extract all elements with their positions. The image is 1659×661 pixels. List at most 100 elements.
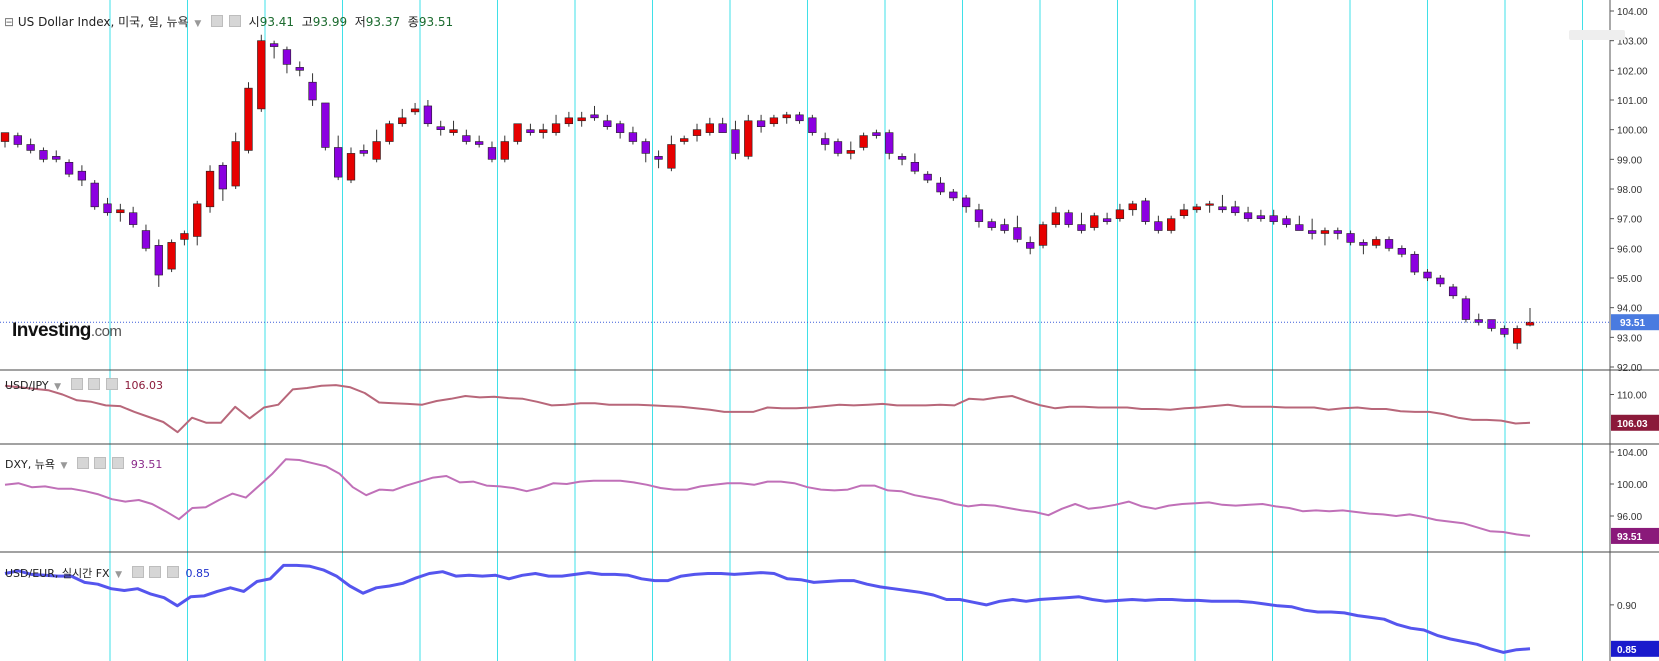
candle-body — [295, 67, 304, 71]
candlestick — [808, 114, 817, 136]
axis-tick-label: 100.00 — [1617, 480, 1648, 491]
candlestick — [141, 224, 151, 252]
candle-body — [1218, 206, 1227, 211]
candlestick — [705, 117, 714, 136]
candlestick — [1359, 239, 1368, 255]
candle-body — [949, 191, 958, 199]
price-tick-label: 97.00 — [1617, 215, 1642, 226]
candle-body — [180, 233, 189, 240]
candle-body — [1269, 215, 1278, 222]
settings-icon[interactable] — [211, 15, 224, 27]
candlestick — [1090, 212, 1099, 231]
main-legend: ⊟ US Dollar Index, 미국, 일, 뉴욕 ▼ 시93.41 고9… — [4, 13, 453, 30]
usdjpy-symbol[interactable]: USD/JPY — [5, 379, 49, 392]
candle-body — [974, 209, 984, 222]
candle-body — [667, 144, 676, 169]
brand-name: Investing — [12, 320, 91, 341]
candlestick — [257, 34, 266, 112]
candlestick — [436, 120, 445, 136]
last-value-label: 0.85 — [1617, 645, 1637, 656]
candle-body — [500, 141, 509, 160]
candle-body — [475, 141, 484, 145]
candle-body — [346, 153, 356, 181]
candlestick — [846, 141, 855, 160]
main-symbol[interactable]: US Dollar Index, 미국, 일, 뉴욕 — [18, 15, 189, 29]
candle-body — [1243, 212, 1253, 219]
candlestick — [987, 218, 996, 231]
price-tick-label: 104.00 — [1617, 7, 1648, 18]
candle-body — [205, 170, 215, 208]
usdeur-symbol[interactable]: USD/EUR, 실시간 FX — [5, 567, 110, 580]
candle-body — [269, 43, 279, 47]
usdeur-visibility-icon[interactable] — [149, 566, 161, 578]
dxy-visibility-icon[interactable] — [94, 457, 107, 469]
candlestick — [1128, 200, 1137, 216]
candlestick — [244, 82, 253, 154]
price-tick-label: 100.00 — [1617, 126, 1648, 137]
candle-body — [885, 132, 894, 154]
candle-body — [244, 87, 253, 151]
price-tick-label: 96.00 — [1617, 244, 1642, 255]
usdeur-settings-icon[interactable] — [131, 566, 144, 578]
price-tick-label: 95.00 — [1617, 274, 1642, 285]
usdjpy-dropdown-icon[interactable]: ▼ — [54, 382, 61, 392]
candlestick — [551, 114, 561, 136]
dxy-close-icon[interactable] — [111, 457, 124, 469]
candlestick — [885, 129, 894, 160]
candlestick — [1487, 319, 1496, 332]
usdeur-close-icon[interactable] — [166, 566, 179, 578]
candlestick — [26, 138, 35, 154]
dxy-symbol[interactable]: DXY, 뉴욕 — [5, 458, 55, 471]
candle-body — [77, 170, 87, 181]
candle-body — [436, 126, 445, 130]
candlestick — [782, 111, 791, 124]
dxy-legend: DXY, 뉴욕 ▼ 93.51 — [5, 456, 162, 472]
candle-body — [1487, 319, 1496, 329]
candlestick — [1461, 295, 1471, 323]
usdeur-dropdown-icon[interactable]: ▼ — [115, 570, 122, 580]
usdjpy-close-icon[interactable] — [105, 378, 118, 390]
candlestick — [910, 153, 920, 175]
candle-body — [923, 173, 932, 181]
axis-tick-label: 104.00 — [1617, 448, 1648, 459]
last-value-label: 106.03 — [1617, 419, 1648, 430]
candle-body — [513, 123, 522, 142]
candle-body — [13, 135, 22, 145]
price-tick-label: 92.00 — [1617, 363, 1642, 374]
candlestick — [398, 108, 407, 127]
candlestick — [539, 123, 548, 139]
mini-toolbar[interactable] — [1569, 30, 1625, 40]
candle-body — [744, 120, 753, 157]
candle-body — [1333, 230, 1342, 234]
candle-body — [1436, 277, 1445, 285]
candle-body — [257, 40, 266, 110]
candle-body — [872, 132, 881, 136]
candle-body — [987, 221, 996, 228]
usdjpy-settings-icon[interactable] — [70, 378, 83, 390]
candlestick — [641, 138, 650, 163]
candle-body — [961, 197, 971, 208]
candlestick — [1051, 206, 1060, 228]
candle-body — [1461, 298, 1471, 320]
candle-body — [423, 105, 433, 125]
candlestick — [129, 206, 138, 228]
candlestick — [1167, 215, 1176, 234]
candle-body — [90, 182, 99, 208]
candlestick — [859, 132, 868, 151]
candlestick — [282, 46, 292, 74]
dxy-dropdown-icon[interactable]: ▼ — [60, 461, 67, 471]
candlestick — [1000, 218, 1009, 234]
candlestick — [52, 150, 61, 163]
candle-body — [334, 147, 343, 178]
usdjpy-visibility-icon[interactable] — [88, 378, 100, 390]
dxy-settings-icon[interactable] — [76, 457, 89, 469]
legend-toggle-icon[interactable]: ⊟ — [4, 15, 14, 29]
candle-body — [1026, 242, 1035, 249]
symbol-dropdown-icon[interactable]: ▼ — [194, 19, 201, 29]
candlestick — [949, 189, 958, 201]
candlestick — [1013, 215, 1022, 243]
candlestick — [769, 114, 779, 127]
visibility-icon[interactable] — [229, 15, 241, 27]
open-label: 시 — [248, 15, 260, 29]
candle-body — [539, 129, 548, 133]
